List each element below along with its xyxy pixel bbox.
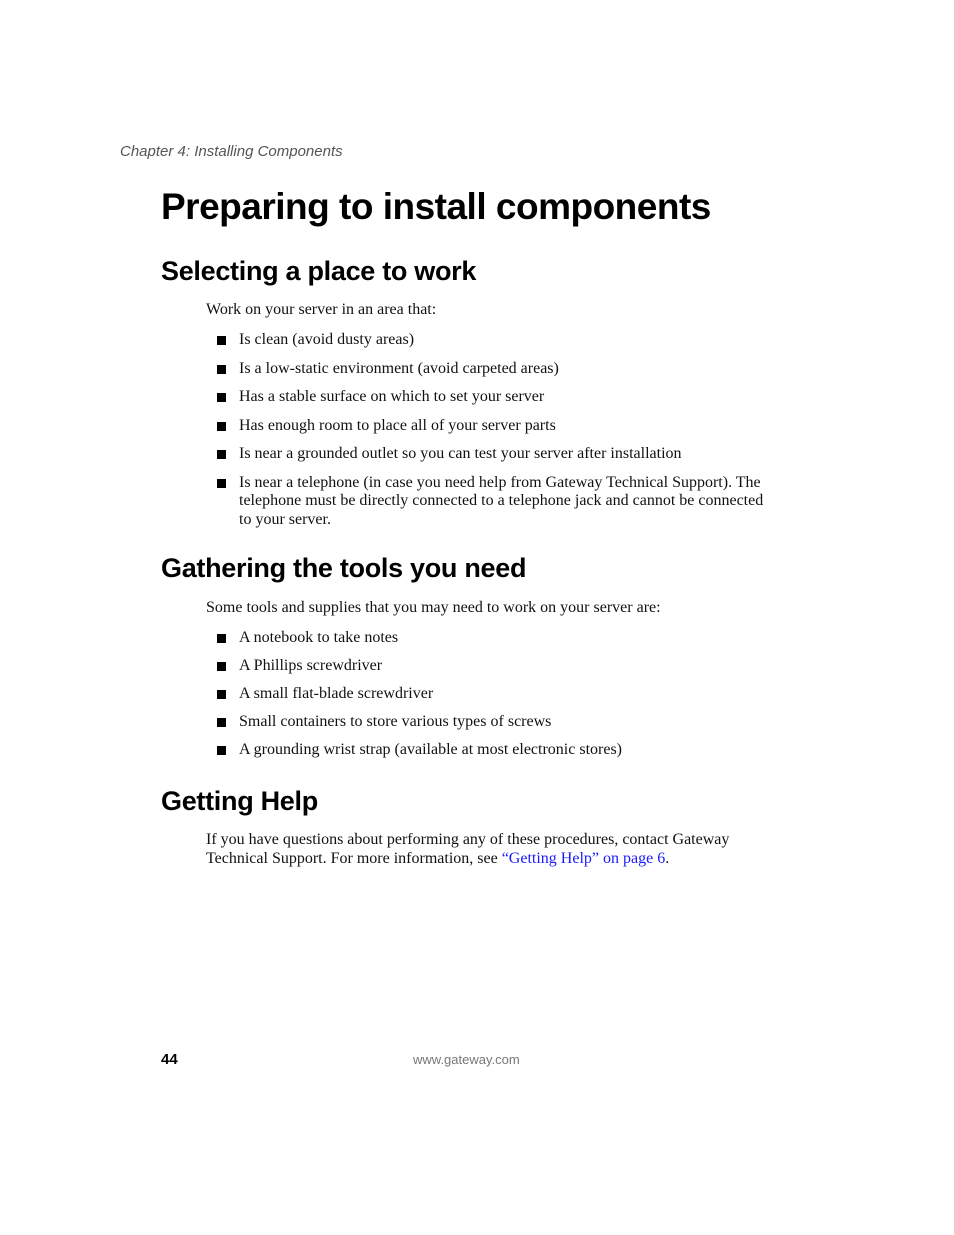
list-item: Is near a telephone (in case you need he… (215, 474, 775, 530)
section-heading-gathering-tools: Gathering the tools you need (161, 553, 527, 583)
place-requirements-list: Is clean (avoid dusty areas) Is a low-st… (215, 331, 775, 529)
tools-list: A notebook to take notes A Phillips scre… (215, 629, 775, 760)
bullet-icon (217, 634, 226, 643)
list-item: A notebook to take notes (215, 629, 775, 648)
list-item: A Phillips screwdriver (215, 657, 775, 676)
footer-url: www.gateway.com (413, 1052, 520, 1067)
list-item: Is near a grounded outlet so you can tes… (215, 445, 775, 464)
chapter-header: Chapter 4: Installing Components (120, 143, 343, 160)
section-intro-gathering-tools: Some tools and supplies that you may nee… (206, 599, 661, 616)
list-item: A grounding wrist strap (available at mo… (215, 741, 775, 760)
page-title: Preparing to install components (161, 186, 711, 227)
list-item: Is a low-static environment (avoid carpe… (215, 360, 775, 379)
bullet-icon (217, 478, 226, 488)
section-intro-selecting-place: Work on your server in an area that: (206, 301, 437, 318)
section-heading-getting-help: Getting Help (161, 786, 318, 816)
bullet-icon (217, 718, 226, 727)
bullet-icon (217, 421, 226, 431)
bullet-icon (217, 364, 226, 374)
bullet-icon (217, 662, 226, 671)
bullet-icon (217, 393, 226, 402)
bullet-icon (217, 746, 226, 755)
bullet-icon (217, 690, 226, 699)
list-item: A small flat-blade screwdriver (215, 685, 775, 704)
list-item: Has a stable surface on which to set you… (215, 388, 775, 407)
list-item: Is clean (avoid dusty areas) (215, 331, 775, 350)
getting-help-link[interactable]: “Getting Help” on page 6 (502, 850, 666, 867)
bullet-icon (217, 336, 226, 345)
list-item: Small containers to store various types … (215, 713, 775, 732)
page-number: 44 (161, 1051, 178, 1068)
section-heading-selecting-place: Selecting a place to work (161, 256, 477, 286)
list-item: Has enough room to place all of your ser… (215, 417, 775, 436)
bullet-icon (217, 450, 226, 459)
getting-help-paragraph: If you have questions about performing a… (206, 831, 730, 867)
